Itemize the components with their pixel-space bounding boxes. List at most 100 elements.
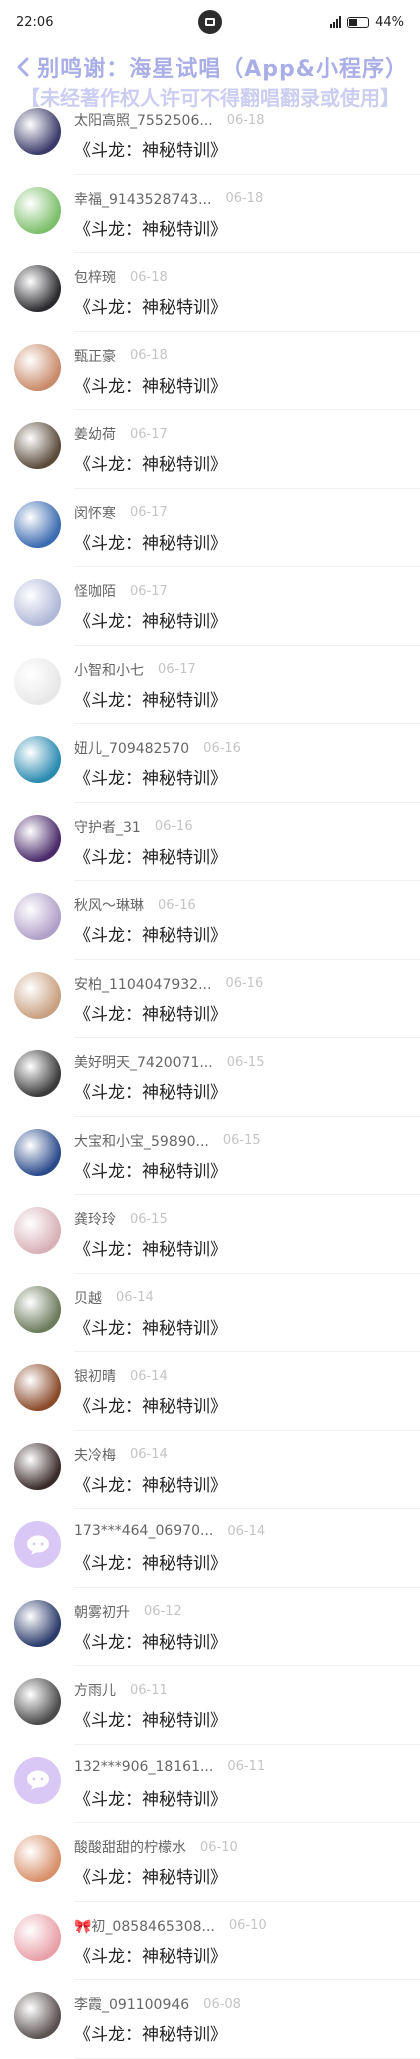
comment-text: 《斗龙：神秘特训》 [74, 1868, 227, 1888]
username[interactable]: 银初晴 [74, 1366, 116, 1386]
username[interactable]: 妞儿_709482570 [74, 738, 189, 758]
comment-row[interactable]: 幸福_9143528743... 06-18 《斗龙：神秘特训》 [0, 175, 420, 253]
username[interactable]: 🎀初_0858465308... [74, 1916, 215, 1936]
comment-text: 《斗龙：神秘特训》 [74, 769, 227, 789]
comment-row[interactable]: 小智和小七 06-17 《斗龙：神秘特训》 [0, 646, 420, 724]
avatar[interactable] [14, 1364, 61, 1411]
avatar[interactable] [14, 265, 61, 312]
comment-row[interactable]: 美好明天_7420071... 06-15 《斗龙：神秘特训》 [0, 1038, 420, 1117]
username[interactable]: 太阳高照_7552506... [74, 110, 213, 130]
comment-row[interactable]: 🎀初_0858465308... 06-10 《斗龙：神秘特训》 [0, 1902, 420, 1980]
avatar[interactable] [14, 1599, 61, 1647]
avatar[interactable] [14, 1521, 61, 1568]
avatar[interactable] [14, 1835, 61, 1882]
comment-row[interactable]: 大宝和小宝_59890... 06-15 《斗龙：神秘特训》 [0, 1117, 420, 1195]
comment-row[interactable]: 酸酸甜甜的柠檬水 06-10 《斗龙：神秘特训》 [0, 1823, 420, 1902]
comment-date: 06-17 [130, 505, 168, 520]
username[interactable]: 包梓琬 [74, 267, 116, 287]
avatar[interactable] [14, 1207, 61, 1254]
username[interactable]: 贝越 [74, 1288, 102, 1308]
avatar[interactable] [14, 500, 61, 548]
comment-meta: 小智和小七 06-17 [74, 660, 196, 680]
comment-meta: 安柏_1104047932... 06-16 [74, 974, 263, 994]
comment-text: 《斗龙：神秘特训》 [74, 455, 227, 475]
username[interactable]: 龚玲玲 [74, 1209, 116, 1229]
battery-level: 44% [375, 14, 404, 30]
comment-text: 《斗龙：神秘特训》 [74, 376, 227, 397]
comment-row[interactable]: 守护者_31 06-16 《斗龙：神秘特训》 [0, 803, 420, 881]
comment-row[interactable]: 妞儿_709482570 06-16 《斗龙：神秘特训》 [0, 724, 420, 803]
username[interactable]: 李霞_091100946 [74, 1994, 189, 2014]
comment-text: 《斗龙：神秘特训》 [74, 1318, 227, 1339]
avatar[interactable] [14, 1285, 61, 1333]
comment-row[interactable]: 甄正豪 06-18 《斗龙：神秘特训》 [0, 332, 420, 410]
avatar[interactable] [14, 422, 61, 469]
avatar[interactable] [14, 108, 61, 155]
comment-meta: 李霞_091100946 06-08 [74, 1994, 241, 2014]
avatar[interactable] [14, 1050, 61, 1097]
comment-row[interactable]: 132***906_18161... 06-11 《斗龙：神秘特训》 [0, 1745, 420, 1823]
comment-row[interactable]: 龚玲玲 06-15 《斗龙：神秘特训》 [0, 1195, 420, 1274]
comment-row[interactable]: 夫冷梅 06-14 《斗龙：神秘特训》 [0, 1431, 420, 1509]
comment-row[interactable]: 李霞_091100946 06-08 《斗龙：神秘特训》 [0, 1980, 420, 2059]
avatar[interactable] [14, 1678, 61, 1725]
avatar[interactable] [14, 1756, 61, 1804]
username[interactable]: 守护者_31 [74, 817, 141, 837]
avatar[interactable] [14, 186, 61, 234]
avatar[interactable] [14, 971, 61, 1019]
avatar[interactable] [14, 1992, 61, 2039]
avatar[interactable] [14, 1913, 61, 1961]
comment-date: 06-17 [158, 662, 196, 677]
username[interactable]: 朝雾初升 [74, 1602, 130, 1622]
comment-row[interactable]: 173***464_06970... 06-14 《斗龙：神秘特训》 [0, 1509, 420, 1588]
comment-row[interactable]: 姜幼荷 06-17 《斗龙：神秘特训》 [0, 410, 420, 489]
username[interactable]: 幸福_9143528743... [74, 189, 211, 209]
avatar[interactable] [14, 893, 61, 940]
comment-row[interactable]: 包梓琬 06-18 《斗龙：神秘特训》 [0, 253, 420, 332]
avatar[interactable] [14, 1128, 61, 1176]
username[interactable]: 美好明天_7420071... [74, 1052, 213, 1072]
comment-text: 《斗龙：神秘特训》 [74, 1161, 227, 1182]
avatar[interactable] [14, 343, 61, 391]
username[interactable]: 酸酸甜甜的柠檬水 [74, 1837, 186, 1857]
avatar[interactable] [14, 814, 61, 862]
username[interactable]: 方雨儿 [74, 1680, 116, 1700]
username[interactable]: 132***906_18161... [74, 1759, 213, 1775]
comment-meta: 姜幼荷 06-17 [74, 424, 168, 444]
avatar[interactable] [14, 657, 61, 705]
username[interactable]: 闵怀寒 [74, 503, 116, 523]
comment-row[interactable]: 安柏_1104047932... 06-16 《斗龙：神秘特训》 [0, 960, 420, 1038]
comment-date: 06-14 [116, 1290, 154, 1305]
comment-row[interactable]: 贝越 06-14 《斗龙：神秘特训》 [0, 1274, 420, 1352]
comment-date: 06-15 [222, 1133, 261, 1148]
comment-row[interactable]: 银初晴 06-14 《斗龙：神秘特训》 [0, 1352, 420, 1431]
username[interactable]: 甄正豪 [74, 346, 116, 366]
comment-date: 06-14 [227, 1523, 266, 1539]
comment-date: 06-16 [154, 819, 193, 834]
avatar[interactable] [14, 579, 61, 626]
avatar[interactable] [14, 1442, 61, 1490]
comment-row[interactable]: 怪咖陌 06-17 《斗龙：神秘特训》 [0, 567, 420, 646]
username[interactable]: 姜幼荷 [74, 424, 116, 444]
username[interactable]: 秋风～琳琳 [74, 895, 144, 915]
comment-row[interactable]: 闵怀寒 06-17 《斗龙：神秘特训》 [0, 489, 420, 567]
username[interactable]: 大宝和小宝_59890... [74, 1131, 209, 1151]
comment-meta: 龚玲玲 06-15 [74, 1209, 168, 1229]
avatar[interactable] [14, 736, 61, 783]
comment-row[interactable]: 朝雾初升 06-12 《斗龙：神秘特训》 [0, 1588, 420, 1666]
comment-meta: 包梓琬 06-18 [74, 267, 168, 287]
comment-row[interactable]: 太阳高照_7552506... 06-18 《斗龙：神秘特训》 [0, 96, 420, 175]
username[interactable]: 小智和小七 [74, 660, 144, 680]
username[interactable]: 安柏_1104047932... [74, 974, 211, 994]
username[interactable]: 夫冷梅 [74, 1445, 116, 1465]
username[interactable]: 怪咖陌 [74, 581, 116, 601]
comment-date: 06-15 [130, 1211, 168, 1227]
comment-meta: 幸福_9143528743... 06-18 [74, 189, 263, 209]
comment-list: 太阳高照_7552506... 06-18 《斗龙：神秘特训》 幸福_91435287… [0, 96, 420, 2059]
comment-text: 《斗龙：神秘特训》 [74, 1711, 227, 1731]
back-arrow-icon[interactable] [12, 56, 33, 78]
comment-row[interactable]: 秋风～琳琳 06-16 《斗龙：神秘特训》 [0, 881, 420, 960]
comment-row[interactable]: 方雨儿 06-11 《斗龙：神秘特训》 [0, 1666, 420, 1745]
username[interactable]: 173***464_06970... [74, 1523, 213, 1539]
comment-text: 《斗龙：神秘特训》 [74, 847, 227, 868]
